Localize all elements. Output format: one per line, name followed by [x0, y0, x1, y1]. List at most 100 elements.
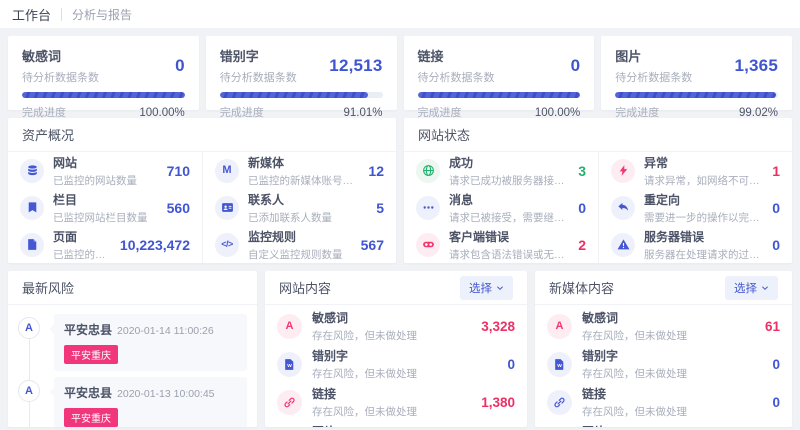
status-item-value: 3	[578, 163, 586, 179]
risk-list-item[interactable]: A 平安忠县2020-01-14 11:00:26 平安重庆	[54, 314, 247, 371]
status-item-value: 0	[772, 200, 780, 216]
status-item-value: 1	[772, 163, 780, 179]
breadcrumb-workbench[interactable]: 工作台	[12, 5, 51, 24]
status-item: 客户端错误 请求包含语法错误或无法完成请求 2	[404, 226, 598, 263]
status-item: 异常 请求异常，如网络不可用或应用未及时响应 1	[598, 152, 792, 189]
risk-site-name: 平安忠县	[64, 386, 112, 400]
doc-w-icon: W	[547, 352, 572, 377]
content-item-value: 0	[507, 357, 515, 372]
status-item: 成功 请求已成功被服务器接收处理 3	[404, 152, 598, 189]
media-content-panel: 新媒体内容 选择 A 敏感词 存在风险，但未做处理 61 W	[535, 271, 792, 427]
content-item-description: 存在风险，但未做处理	[582, 328, 687, 343]
progress-bar	[615, 92, 778, 98]
database-icon	[20, 159, 44, 183]
status-item-value: 2	[578, 237, 586, 253]
status-item: 重定向 需要进一步的操作以完成请求 0	[598, 189, 792, 226]
status-panel-title: 网站状态	[418, 125, 470, 144]
content-item-label: 图片	[582, 423, 687, 427]
site-status-panel: 网站状态 成功 请求已成功被服务器接收处理 3 异常 请求异常，如	[404, 118, 792, 263]
letter-a-icon: A	[277, 314, 302, 339]
status-item-description: 请求已被接受，需要继续处理	[449, 210, 569, 225]
stat-card-title: 链接	[418, 46, 495, 65]
tab-analysis-report[interactable]: 分析与报告	[72, 6, 132, 23]
asset-item: M 新媒体 已监控的新媒体账号数量 12	[202, 152, 396, 189]
lightning-icon	[611, 159, 635, 183]
progress-bar	[22, 92, 185, 98]
dashboard-main: 敏感词 待分析数据条数 0 完成进度 100.00% 错别字 待分析数据条数	[0, 28, 800, 430]
stat-card-value: 0	[571, 56, 581, 76]
risk-region-tag: 平安重庆	[64, 345, 118, 364]
doc-w-icon: W	[277, 352, 302, 377]
asset-item-description: 自定义监控规则数量	[248, 247, 343, 262]
contact-card-icon	[215, 196, 239, 220]
asset-item: </> 监控规则 自定义监控规则数量 567	[202, 226, 396, 263]
content-item-label: 敏感词	[582, 309, 687, 326]
stat-card-title: 敏感词	[22, 46, 99, 65]
content-list-item: 图片 存在风险，但未做处理	[547, 421, 780, 427]
asset-item: 页面 已监控的页面数量 10,223,472	[8, 226, 202, 263]
bottom-panels-row: 最新风险 A 平安忠县2020-01-14 11:00:26 平安重庆 A 平安…	[8, 271, 792, 427]
content-list-item: 链接 存在风险，但未做处理 1,380	[277, 383, 515, 421]
risk-bubble: 平安忠县2020-01-13 10:00:45 平安重庆	[54, 377, 247, 427]
status-item-label: 重定向	[644, 191, 763, 208]
content-item-description: 存在风险，但未做处理	[582, 404, 687, 419]
asset-item-label: 页面	[53, 228, 111, 245]
svg-text:W: W	[557, 363, 562, 369]
asset-item-description: 已监控的新媒体账号数量	[248, 173, 359, 188]
stat-card-subtitle: 待分析数据条数	[220, 69, 297, 85]
globe-icon	[416, 159, 440, 183]
status-item-label: 成功	[449, 154, 569, 171]
middle-panels-row: 资产概况 网站 已监控的网站数量 710 M 新媒体 已监控的新媒体	[8, 118, 792, 263]
asset-item: 联系人 已添加联系人数量 5	[202, 189, 396, 226]
content-item-description: 存在风险，但未做处理	[582, 366, 687, 381]
risk-site-name: 平安忠县	[64, 323, 112, 337]
asset-item-label: 网站	[53, 154, 137, 171]
progress-bar-fill	[615, 92, 776, 98]
asset-overview-panel: 资产概况 网站 已监控的网站数量 710 M 新媒体 已监控的新媒体	[8, 118, 396, 263]
stat-card: 错别字 待分析数据条数 12,513 完成进度 91.01%	[206, 36, 397, 110]
latest-risk-panel: 最新风险 A 平安忠县2020-01-14 11:00:26 平安重庆 A 平安…	[8, 271, 257, 427]
asset-item-label: 监控规则	[248, 228, 343, 245]
media-content-title: 新媒体内容	[549, 278, 614, 297]
letter-a-icon: A	[547, 314, 572, 339]
content-list-item: A 敏感词 存在风险，但未做处理 61	[547, 307, 780, 345]
asset-item-label: 联系人	[248, 191, 332, 208]
media-content-select-button[interactable]: 选择	[725, 276, 778, 300]
redirect-icon	[611, 196, 635, 220]
avatar: A	[18, 380, 40, 402]
status-item: 消息 请求已被接受，需要继续处理 0	[404, 189, 598, 226]
asset-item-value: 710	[167, 163, 190, 179]
link-icon	[547, 390, 572, 415]
link-icon	[277, 390, 302, 415]
chevron-down-icon	[761, 284, 769, 292]
risk-region-tag: 平安重庆	[64, 408, 118, 427]
risk-timestamp: 2020-01-14 11:00:26	[117, 325, 214, 337]
progress-bar	[418, 92, 581, 98]
status-item-label: 服务器错误	[644, 228, 763, 245]
status-item-description: 请求包含语法错误或无法完成请求	[449, 247, 569, 262]
topbar-divider	[61, 8, 62, 21]
asset-item-value: 5	[376, 200, 384, 216]
site-content-title: 网站内容	[279, 278, 331, 297]
progress-bar-fill	[418, 92, 581, 98]
page-icon	[20, 233, 44, 257]
stat-card-subtitle: 待分析数据条数	[418, 69, 495, 85]
status-item-label: 消息	[449, 191, 569, 208]
risk-list-item[interactable]: A 平安忠县2020-01-13 10:00:45 平安重庆	[54, 377, 247, 427]
bookmark-icon	[20, 196, 44, 220]
dots-icon	[416, 196, 440, 220]
site-content-select-button[interactable]: 选择	[460, 276, 513, 300]
content-item-label: 敏感词	[312, 309, 417, 326]
status-item-label: 异常	[644, 154, 763, 171]
asset-panel-title: 资产概况	[22, 125, 74, 144]
progress-bar-fill	[22, 92, 185, 98]
site-content-list: A 敏感词 存在风险，但未做处理 3,328 W 错别字 存在风险，但未做处理 …	[265, 305, 527, 427]
select-button-label: 选择	[734, 280, 757, 296]
status-item: 服务器错误 服务器在处理请求的过程中发生了错误 0	[598, 226, 792, 263]
stat-card-title: 错别字	[220, 46, 297, 65]
content-item-value: 0	[772, 357, 780, 372]
asset-item-description: 已添加联系人数量	[248, 210, 332, 225]
asset-item-description: 已监控网站栏目数量	[53, 210, 148, 225]
avatar: A	[18, 317, 40, 339]
content-item-label: 图片	[312, 423, 417, 427]
